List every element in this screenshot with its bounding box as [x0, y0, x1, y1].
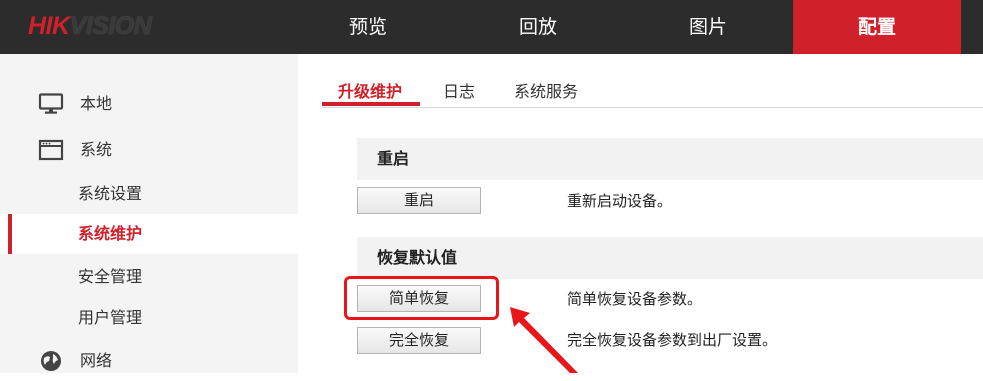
full-restore-description: 完全恢复设备参数到出厂设置。: [567, 331, 778, 349]
globe-icon: [41, 351, 61, 371]
sidebar-item-label: 用户管理: [78, 308, 143, 327]
sidebar-item-label: 网络: [80, 351, 113, 370]
annotation-highlight-box: [344, 276, 499, 320]
active-tab-indicator: [322, 102, 420, 106]
tab-log[interactable]: 日志: [443, 78, 475, 108]
full-restore-button[interactable]: 完全恢复: [357, 327, 481, 354]
section-title: 恢复默认值: [377, 248, 458, 267]
sidebar-item-system-settings[interactable]: 系统设置: [0, 174, 298, 214]
monitor-icon: [38, 93, 64, 114]
reboot-description: 重新启动设备。: [567, 192, 673, 210]
sidebar-item-label: 系统维护: [78, 224, 143, 243]
tab-system-service[interactable]: 系统服务: [514, 78, 578, 108]
nav-picture[interactable]: 图片: [623, 0, 793, 54]
section-reboot-header: 重启: [357, 138, 983, 180]
sidebar-item-security-management[interactable]: 安全管理: [0, 257, 298, 297]
reboot-button[interactable]: 重启: [357, 187, 481, 214]
section-title: 重启: [377, 149, 410, 168]
sidebar-item-user-management[interactable]: 用户管理: [0, 298, 298, 338]
sidebar: 本地 系统 系统设置 系统维护 安全管理 用户管理 网络: [0, 54, 298, 373]
sidebar-item-system-maintenance[interactable]: 系统维护: [0, 214, 298, 254]
nav-configuration[interactable]: 配置: [793, 0, 961, 54]
sidebar-item-label: 系统设置: [78, 184, 143, 203]
nav-playback[interactable]: 回放: [453, 0, 623, 54]
sidebar-item-label: 系统: [80, 140, 113, 159]
sidebar-item-label: 本地: [80, 94, 113, 113]
sidebar-item-label: 安全管理: [78, 267, 143, 286]
top-navigation-bar: HIKVISION 预览 回放 图片 配置: [0, 0, 983, 54]
sidebar-item-system[interactable]: 系统: [0, 130, 298, 170]
annotation-arrow-icon: [510, 307, 578, 373]
hikvision-logo: HIKVISION: [28, 12, 152, 40]
simple-restore-description: 简单恢复设备参数。: [567, 290, 703, 308]
tab-divider: [322, 107, 983, 108]
sidebar-item-network[interactable]: 网络: [0, 341, 298, 381]
nav-preview[interactable]: 预览: [283, 0, 453, 54]
section-restore-header: 恢复默认值: [357, 237, 983, 279]
sidebar-item-local[interactable]: 本地: [0, 84, 298, 124]
window-icon: [38, 139, 64, 161]
